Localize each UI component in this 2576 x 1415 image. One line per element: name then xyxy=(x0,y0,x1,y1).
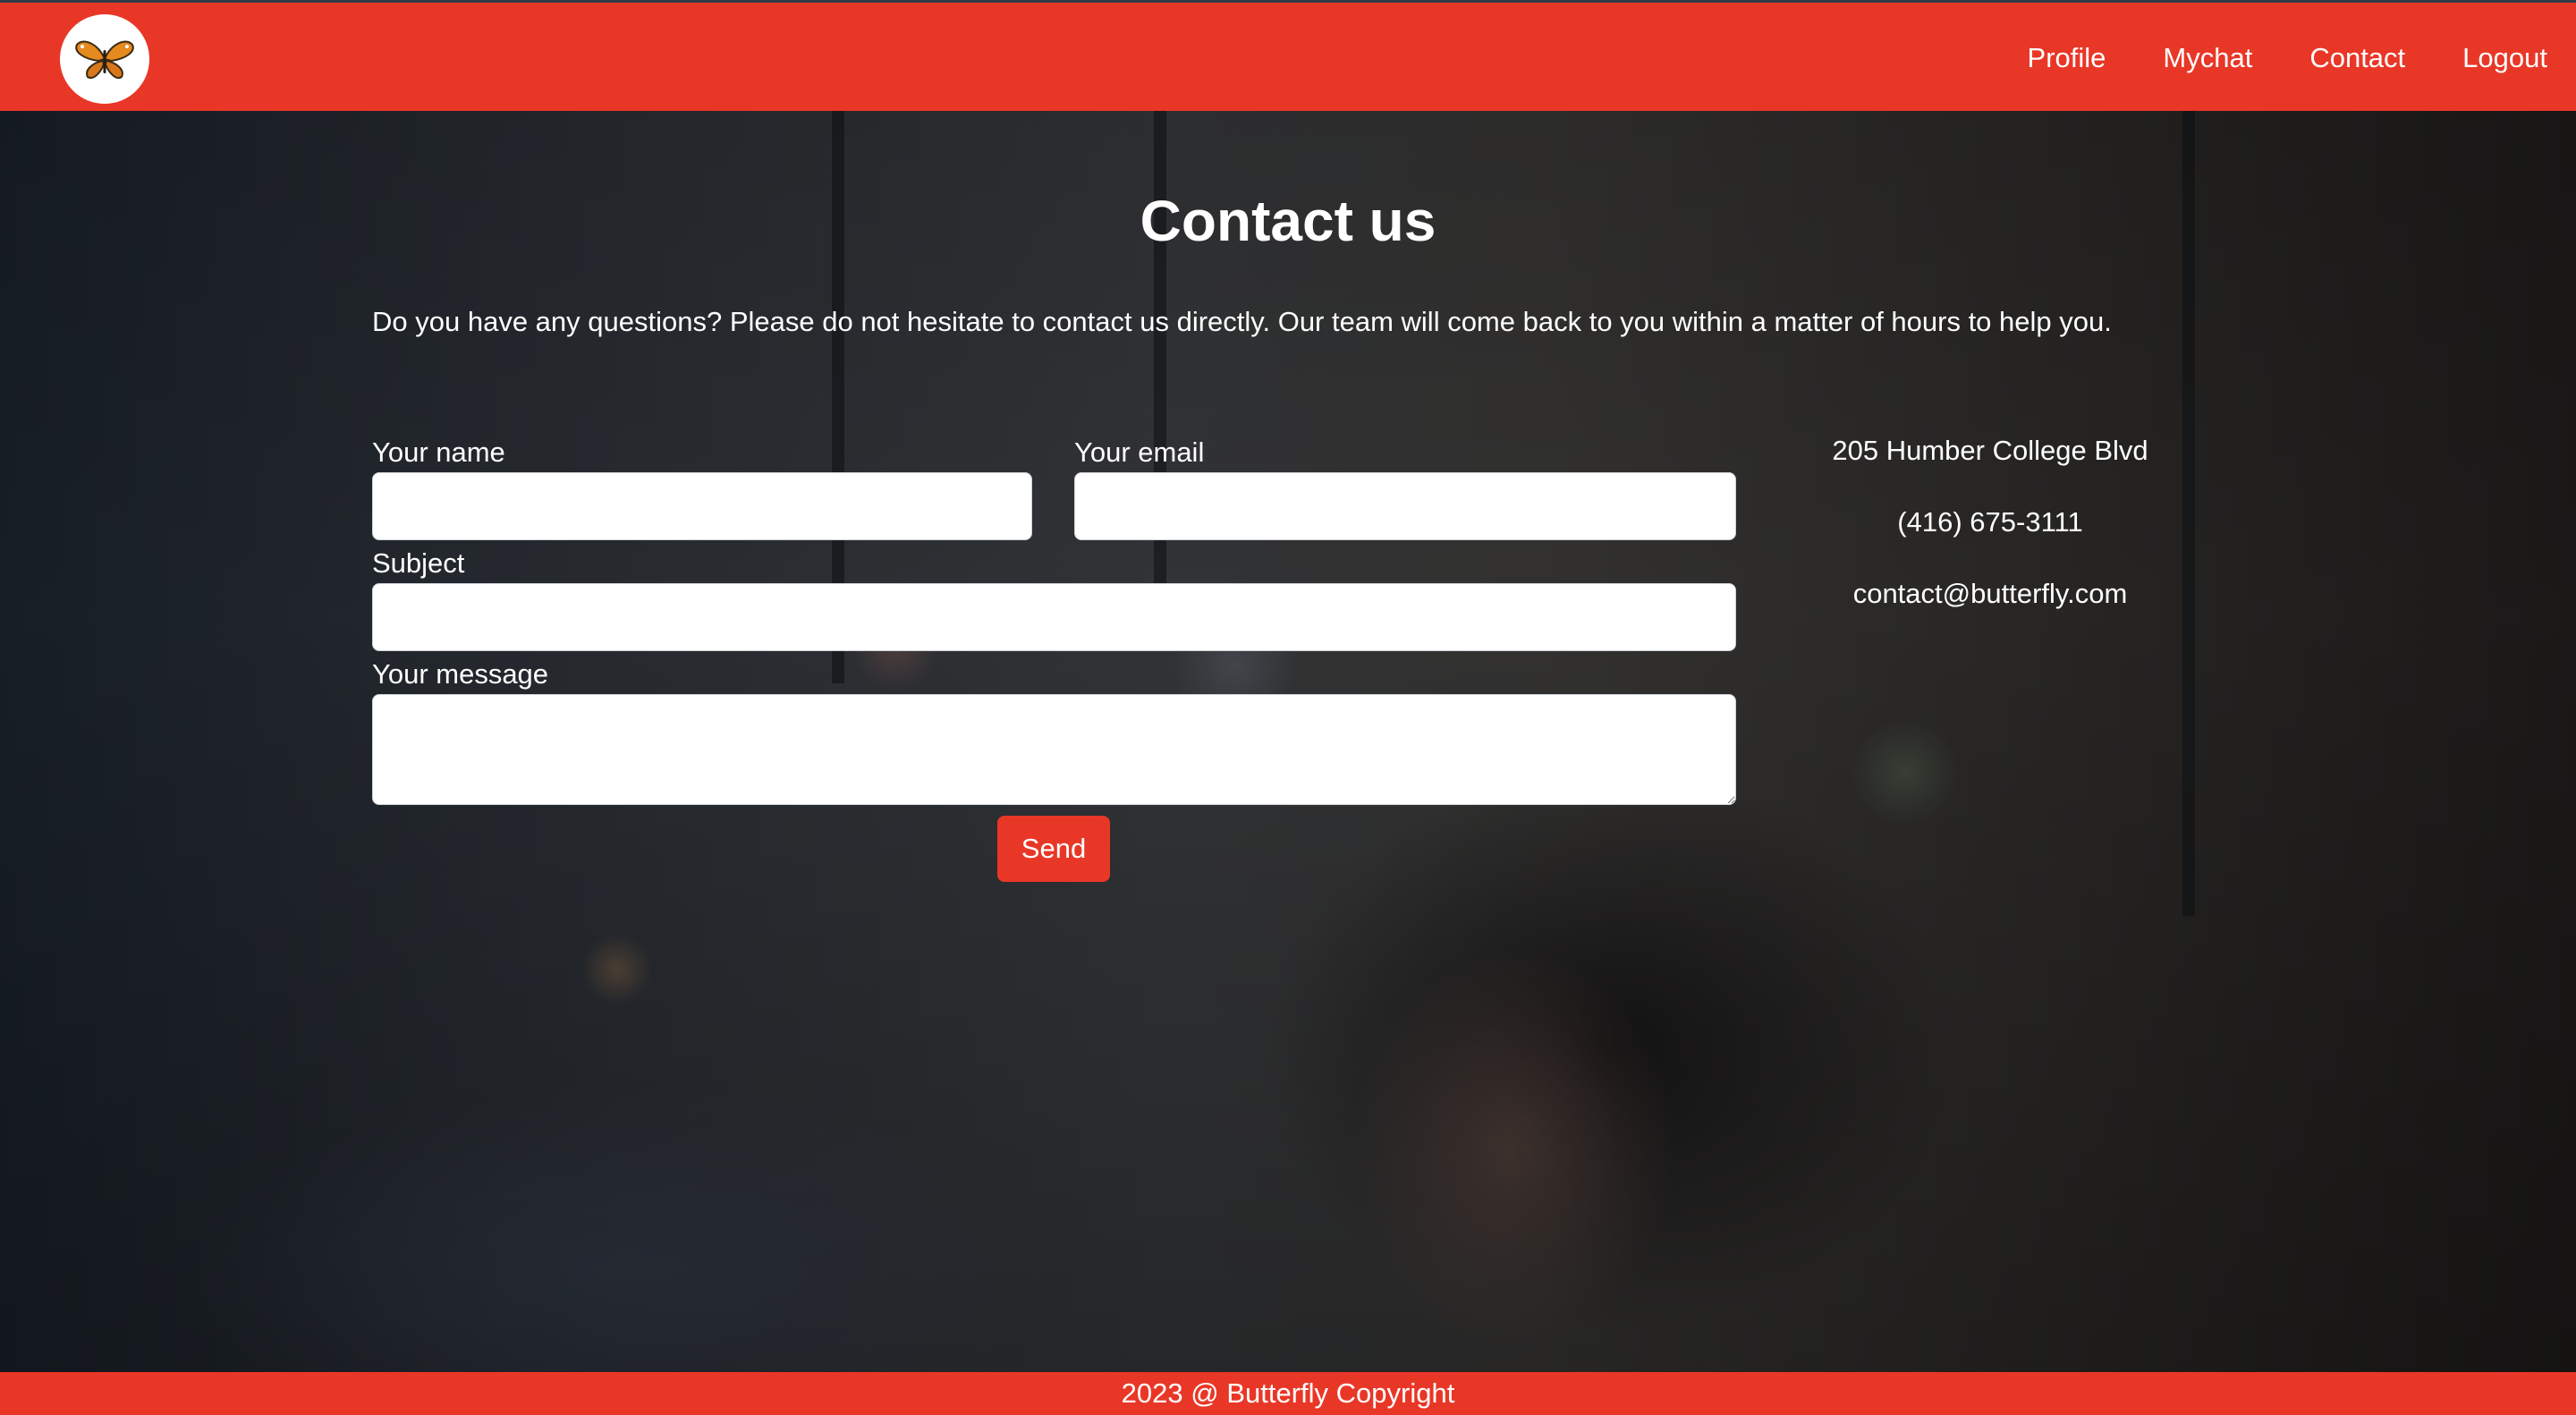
name-input[interactable] xyxy=(372,472,1032,540)
subject-label: Subject xyxy=(372,547,465,579)
email-text: contact@butterfly.com xyxy=(1852,578,2128,609)
contact-info: 205 Humber College Blvd (416) 675-3111 c… xyxy=(1753,435,2227,649)
send-button[interactable]: Send xyxy=(997,816,1110,882)
message-textarea[interactable] xyxy=(372,694,1736,805)
email-label: Your email xyxy=(1074,436,1205,468)
email-input[interactable] xyxy=(1074,472,1736,540)
nav-logout[interactable]: Logout xyxy=(2462,42,2547,74)
nav-mychat[interactable]: Mychat xyxy=(2163,42,2252,74)
butterfly-icon xyxy=(75,40,134,79)
page-title: Contact us xyxy=(1140,189,1436,253)
nav-profile[interactable]: Profile xyxy=(2028,42,2106,74)
address-text: 205 Humber College Blvd xyxy=(1832,435,2148,466)
logo[interactable] xyxy=(60,14,149,104)
top-navbar: Profile Mychat Contact Logout xyxy=(0,0,2576,111)
main-nav: Profile Mychat Contact Logout xyxy=(2028,3,2547,114)
phone-text: (416) 675-3111 xyxy=(1897,506,2083,538)
footer: 2023 @ Butterfly Copyright xyxy=(0,1372,2576,1415)
message-label: Your message xyxy=(372,658,549,690)
subject-input[interactable] xyxy=(372,583,1736,651)
name-label: Your name xyxy=(372,436,505,468)
nav-contact[interactable]: Contact xyxy=(2309,42,2405,74)
intro-text: Do you have any questions? Please do not… xyxy=(372,306,2112,337)
